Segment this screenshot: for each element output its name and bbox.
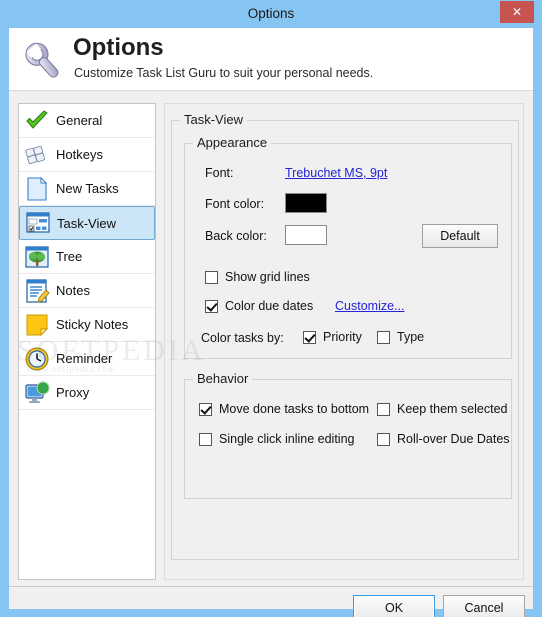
sticky-note-icon	[26, 314, 49, 336]
settings-panel: Task-View Appearance Font: Trebuchet MS,…	[164, 103, 524, 580]
color-by-type-label: Type	[397, 330, 425, 344]
color-by-priority-label: Priority	[323, 330, 362, 344]
ok-button[interactable]: OK	[353, 595, 435, 617]
header-banner: Options Customize Task List Guru to suit…	[9, 28, 533, 91]
tree-icon	[25, 245, 49, 268]
rollover-due-dates-row[interactable]: Roll-over Due Dates	[377, 432, 510, 446]
sidebar-item-sticky-notes[interactable]: Sticky Notes	[19, 308, 155, 342]
color-by-type-row[interactable]: Type	[377, 330, 424, 344]
keep-them-selected-checkbox[interactable]	[377, 402, 390, 416]
appearance-group: Appearance Font: Trebuchet MS, 9pt Font …	[184, 135, 512, 359]
keyboard-keys-icon	[25, 145, 46, 164]
footer-separator	[9, 586, 533, 587]
sidebar-item-label: Tree	[56, 249, 83, 264]
sidebar-item-reminder[interactable]: Reminder	[19, 342, 155, 376]
sidebar-item-label: General	[56, 113, 103, 128]
show-grid-lines-checkbox[interactable]	[205, 270, 218, 284]
move-done-tasks-checkbox[interactable]	[199, 402, 212, 416]
font-value-link[interactable]: Trebuchet MS, 9pt	[285, 166, 387, 180]
show-grid-lines-row[interactable]: Show grid lines	[205, 270, 310, 284]
sidebar-item-task-view[interactable]: Task-View	[19, 206, 155, 240]
options-dialog: Options ✕ Options Customize Task List Gu…	[0, 0, 542, 617]
sidebar-item-label: Hotkeys	[56, 147, 103, 162]
cancel-button[interactable]: Cancel	[443, 595, 525, 617]
color-due-dates-label: Color due dates	[225, 299, 314, 313]
color-by-priority-checkbox[interactable]	[303, 330, 316, 344]
blank-page-icon	[27, 176, 48, 201]
notepad-pencil-icon	[26, 278, 50, 303]
window-title: Options	[247, 6, 295, 21]
sidebar-item-hotkeys[interactable]: Hotkeys	[19, 138, 155, 172]
window-body: Options Customize Task List Guru to suit…	[9, 28, 533, 617]
monitor-globe-icon	[25, 381, 50, 403]
page-title: Options	[73, 34, 164, 61]
sidebar-item-label: Task-View	[57, 215, 117, 231]
color-tasks-by-label: Color tasks by:	[201, 331, 284, 345]
rollover-due-dates-checkbox[interactable]	[377, 432, 390, 446]
task-view-group-title: Task-View	[180, 112, 248, 127]
font-label: Font:	[205, 166, 234, 180]
page-subtitle: Customize Task List Guru to suit your pe…	[74, 66, 374, 80]
show-grid-lines-label: Show grid lines	[225, 270, 310, 284]
keep-them-selected-row[interactable]: Keep them selected	[377, 402, 508, 416]
sidebar-item-label: Notes	[56, 283, 90, 298]
font-color-swatch[interactable]	[285, 193, 327, 213]
task-view-group: Task-View Appearance Font: Trebuchet MS,…	[171, 112, 519, 560]
close-icon[interactable]: ✕	[500, 1, 534, 23]
single-click-inline-row[interactable]: Single click inline editing	[199, 432, 355, 446]
font-color-label: Font color:	[205, 197, 265, 211]
behavior-group-title: Behavior	[193, 371, 253, 386]
back-color-label: Back color:	[205, 229, 267, 243]
sidebar-item-new-tasks[interactable]: New Tasks	[19, 172, 155, 206]
keep-them-selected-label: Keep them selected	[397, 402, 508, 416]
color-due-dates-checkbox[interactable]	[205, 299, 218, 313]
settings-category-list[interactable]: General Hotkeys New Tasks Task-View Tree…	[18, 103, 156, 580]
sidebar-item-label: New Tasks	[56, 181, 119, 196]
color-by-type-checkbox[interactable]	[377, 330, 390, 344]
sidebar-item-notes[interactable]: Notes	[19, 274, 155, 308]
clock-icon	[25, 347, 49, 370]
sidebar-item-proxy[interactable]: Proxy	[19, 376, 155, 410]
color-by-priority-row[interactable]: Priority	[303, 330, 362, 344]
list-view-icon	[26, 212, 50, 233]
default-button[interactable]: Default	[422, 224, 498, 248]
sidebar-item-general[interactable]: General	[19, 104, 155, 138]
behavior-group: Behavior Move done tasks to bottom Keep …	[184, 371, 512, 499]
wrench-icon	[25, 42, 59, 78]
customize-link[interactable]: Customize...	[335, 299, 404, 313]
move-done-tasks-label: Move done tasks to bottom	[219, 402, 370, 416]
color-due-dates-row[interactable]: Color due dates	[205, 299, 313, 313]
sidebar-item-label: Reminder	[56, 351, 113, 366]
title-bar: Options ✕	[0, 0, 542, 28]
back-color-swatch[interactable]	[285, 225, 327, 245]
sidebar-item-label: Proxy	[56, 385, 90, 400]
move-done-tasks-row[interactable]: Move done tasks to bottom	[199, 402, 369, 416]
rollover-due-dates-label: Roll-over Due Dates	[397, 432, 510, 446]
sidebar-item-label: Sticky Notes	[56, 317, 129, 332]
single-click-inline-label: Single click inline editing	[219, 432, 355, 446]
sidebar-item-tree[interactable]: Tree	[19, 240, 155, 274]
appearance-group-title: Appearance	[193, 135, 272, 150]
single-click-inline-checkbox[interactable]	[199, 432, 212, 446]
green-check-icon	[26, 109, 48, 129]
